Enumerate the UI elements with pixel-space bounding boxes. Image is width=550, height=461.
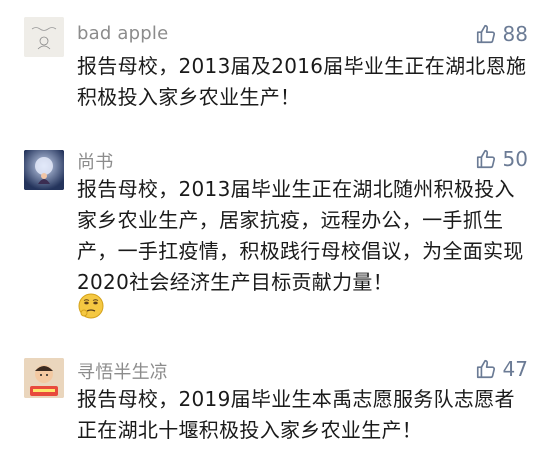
like-count: 88 [502, 22, 528, 46]
avatar[interactable] [24, 150, 64, 190]
like-button[interactable]: 50 [475, 147, 528, 171]
username[interactable]: 尚书 [77, 148, 113, 174]
sketch-avatar-icon [24, 17, 64, 57]
avatar[interactable] [24, 358, 64, 398]
moon-avatar-icon [24, 150, 64, 190]
thumbs-up-icon [476, 359, 495, 379]
comment-text: 报告母校，2013届及2016届毕业生正在湖北恩施积极投入家乡农业生产！ [77, 54, 527, 109]
avatar[interactable] [24, 17, 64, 57]
username[interactable]: 寻悟半生凉 [77, 358, 168, 384]
like-count: 47 [502, 357, 528, 381]
thinking-face-emoji [77, 292, 105, 320]
comment-text: 报告母校，2013届毕业生正在湖北随州积极投入家乡农业生产，居家抗疫，远程办公，… [77, 177, 524, 294]
like-count: 50 [502, 147, 528, 171]
like-button[interactable]: 88 [475, 22, 528, 46]
comment-text: 报告母校，2019届毕业生本禹志愿服务队志愿者正在湖北十堰积极投入家乡农业生产！ [77, 387, 515, 442]
cartoon-avatar-icon [24, 358, 64, 398]
thinking-face-icon [78, 293, 104, 319]
like-button[interactable]: 47 [475, 357, 528, 381]
thumbs-up-icon [476, 24, 495, 44]
thumbs-up-icon [476, 149, 495, 169]
username[interactable]: bad apple [77, 23, 168, 44]
